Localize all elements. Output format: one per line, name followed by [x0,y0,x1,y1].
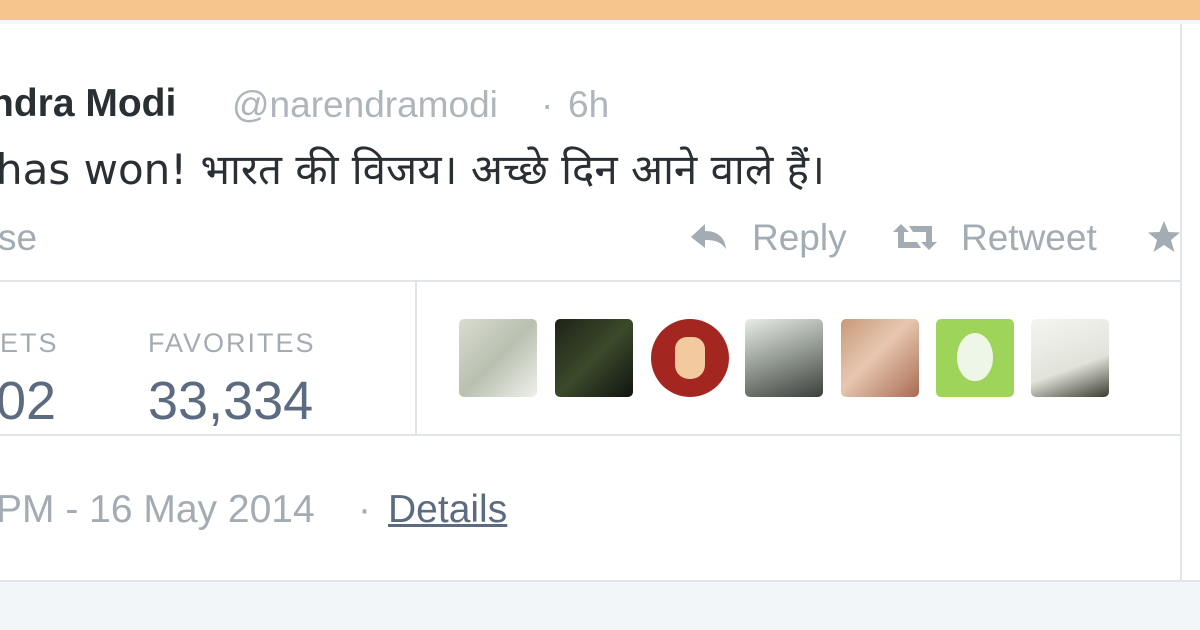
avatar-young-man-photo[interactable] [1031,319,1109,397]
tweet-card: ndra Modi @narendramodi · 6h has won! भा… [0,24,1182,580]
tweet-text: has won! भारत की विजय। अच्छे दिन आने वाल… [0,145,825,194]
retweets-count: 02 [0,371,57,431]
reply-area [0,580,1200,630]
avatar-victory-hand[interactable] [651,319,729,397]
collapse-link[interactable]: se [0,217,37,259]
avatar-default-egg[interactable] [936,319,1014,397]
timestamp-separator: · [358,488,371,531]
retweet-button[interactable]: Retweet [961,217,1097,259]
details-link[interactable]: Details [388,488,507,532]
top-accent-bar [0,0,1200,20]
stats-divider [415,282,417,434]
tweet-timestamp: PM - 16 May 2014 [0,488,315,531]
avatar-sketch-image[interactable] [459,319,537,397]
avatar-man-photo[interactable] [745,319,823,397]
avatar-child-photo[interactable] [841,319,919,397]
author-handle[interactable]: @narendramodi [232,84,498,126]
favorites-count: 33,334 [148,371,314,431]
tweet-time[interactable]: 6h [568,84,609,126]
header-separator: · [541,84,554,125]
author-name[interactable]: ndra Modi [0,82,176,126]
divider-bottom [0,434,1182,436]
avatar-dark-photo[interactable] [555,319,633,397]
divider-top [0,280,1182,282]
retweet-icon[interactable] [891,220,939,254]
reply-button[interactable]: Reply [752,217,847,259]
favorites-label: FAVORITES [148,328,316,358]
retweets-label: ETS [0,328,59,358]
reply-icon[interactable] [689,220,729,254]
favorite-star-icon[interactable] [1146,220,1182,254]
